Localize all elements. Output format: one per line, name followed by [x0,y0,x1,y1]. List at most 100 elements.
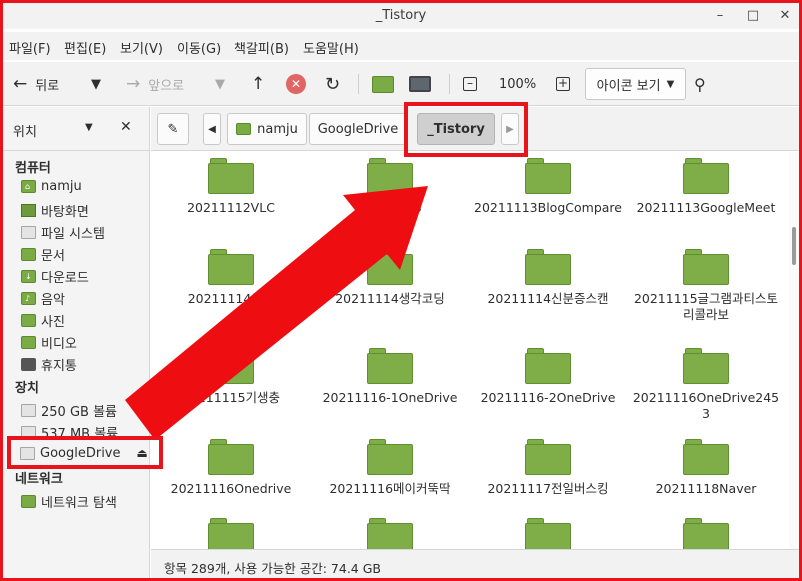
sidebar-item-music[interactable]: ♪ 음악 [21,288,65,308]
path-scroll-left[interactable]: ◀ [203,113,221,145]
back-label: 뒤로 [35,78,60,94]
toolbar: ← 뒤로 ▼ → 앞으로 ▼ ↑ ✕ ↻ – 100% + 아이콘 보기 ▼ ⚲ [3,62,799,106]
folder-item[interactable] [310,518,470,549]
menu-bookmarks[interactable]: 책갈피(B) [234,38,289,57]
minimize-icon[interactable]: – [711,7,729,25]
maximize-icon[interactable]: □ [744,7,762,25]
vertical-scrollbar[interactable] [789,152,799,549]
folder-icon [525,518,571,549]
sidebar-item-downloads[interactable]: ↓ 다운로드 [21,266,89,286]
pencil-icon: ✎ [167,121,179,137]
folder-icon [208,348,254,384]
arrow-up-icon: ↑ [251,74,266,94]
folder-icon [367,249,413,285]
title-bar: _Tistory – □ ✕ [3,3,799,29]
forward-history-dropdown[interactable]: ▼ [215,70,225,98]
folder-item[interactable]: 20211114코딩 [151,249,311,307]
reload-button[interactable]: ↻ [325,70,340,98]
folder-icon [367,158,413,194]
folder-item[interactable]: 20211118Naver [626,439,786,497]
section-computer: 컴퓨터 [15,161,51,176]
folder-item[interactable]: 20211113BlogCompare [468,158,628,216]
folder-item[interactable]: 20211116Onedrive [151,439,311,497]
computer-button[interactable] [409,70,431,98]
caret-down-icon: ▼ [91,76,101,92]
monitor-icon [409,76,431,92]
status-text: 항목 289개, 사용 가능한 공간: 74.4 GB [164,561,381,576]
view-mode-select[interactable]: 아이콘 보기 ▼ [585,68,686,100]
sidebar-item-filesystem[interactable]: 파일 시스템 [21,222,105,242]
search-button[interactable]: ⚲ [694,70,706,98]
home-folder-icon: ⌂ [21,179,36,193]
sidebar: 위치 ▼ ✕ 컴퓨터 ⌂ namju 바탕화면 파일 시스템 문서 ↓ 다운로드 ♪… [3,107,150,578]
folder-icon [525,249,571,285]
zoom-in-icon: + [556,76,570,91]
highlight-box-googledrive [7,436,163,469]
caret-down-icon: ▼ [215,76,225,92]
menu-file[interactable]: 파일(F) [9,38,51,57]
forward-button[interactable]: → 앞으로 [126,70,184,98]
sidebar-item-label: 다운로드 [41,270,89,286]
sidebar-item-documents[interactable]: 문서 [21,244,65,264]
back-history-dropdown[interactable]: ▼ [91,70,101,98]
sidebar-item-pictures[interactable]: 사진 [21,310,65,330]
folder-item[interactable] [468,518,628,549]
folder-icon [525,439,571,475]
menu-help[interactable]: 도움말(H) [303,38,359,57]
folder-icon [367,348,413,384]
folder-item[interactable] [151,518,311,549]
menu-go[interactable]: 이동(G) [177,38,221,57]
stop-button[interactable]: ✕ [286,70,306,98]
zoom-out-icon: – [463,77,477,91]
scroll-thumb[interactable] [792,227,796,265]
folder-item[interactable]: 20211116-1OneDrive [310,348,470,406]
menu-bar: 파일(F) 편집(E) 보기(V) 이동(G) 책갈피(B) 도움말(H) [3,32,799,60]
menu-edit[interactable]: 편집(E) [64,38,106,57]
edit-location-button[interactable]: ✎ [157,113,189,145]
folder-item[interactable]: 20211113 [310,158,470,216]
folder-name: 20211113GoogleMeet [636,200,776,215]
back-button[interactable]: ← 뒤로 [13,70,59,98]
folder-item[interactable]: 20211116OneDrive2453 [626,348,786,422]
crumb-namju[interactable]: namju [227,113,307,145]
folder-item[interactable]: 20211115기생충 [151,348,311,406]
sidebar-item-label: 휴지통 [41,358,77,374]
folder-item[interactable]: 20211112VLC [151,158,311,216]
sidebar-item-label: 사진 [41,314,65,330]
folder-item[interactable]: 20211116-2OneDrive [468,348,628,406]
folder-item[interactable]: 20211114신분증스캔 [468,249,628,307]
folder-item[interactable]: 20211116메이커뚝딱 [310,439,470,497]
sidebar-item-namju[interactable]: ⌂ namju [21,176,82,196]
sidebar-item-desktop[interactable]: 바탕화면 [21,200,89,220]
section-network: 네트워크 [15,472,63,487]
home-button[interactable] [372,70,394,98]
crumb-googledrive[interactable]: GoogleDrive [309,113,407,145]
sidebar-item-network-browse[interactable]: 네트워크 탐색 [21,491,117,511]
zoom-in-button[interactable]: + [556,70,570,98]
zoom-level: 100% [499,76,537,92]
sidebar-mode-dropdown[interactable]: ▼ [85,122,93,133]
up-button[interactable]: ↑ [251,70,265,98]
close-icon[interactable]: ✕ [776,7,794,25]
crumb-label: namju [257,121,298,137]
folder-icon [525,158,571,194]
folder-item[interactable]: 20211117전일버스킹 [468,439,628,497]
folder-name: 20211113 [358,200,422,215]
sidebar-item-videos[interactable]: 비디오 [21,332,77,352]
close-sidebar-icon[interactable]: ✕ [120,119,132,135]
sidebar-item-volume-250[interactable]: 250 GB 볼륨 [21,400,117,420]
music-folder-icon: ♪ [21,291,36,305]
sidebar-item-label: 파일 시스템 [41,226,105,242]
highlight-box-tistory [404,102,528,157]
folder-name: 20211116메이커뚝딱 [329,481,451,496]
sidebar-title: 위치 [13,125,37,140]
folder-item[interactable]: 20211115글그램과티스토리콜라보 [626,249,786,323]
sidebar-item-trash[interactable]: 휴지통 [21,354,77,374]
menu-view[interactable]: 보기(V) [120,38,163,57]
folder-item[interactable]: 20211113GoogleMeet [626,158,786,216]
folder-icon [208,518,254,549]
folder-item[interactable]: 20211114생각코딩 [310,249,470,307]
folder-name: 20211117전일버스킹 [487,481,609,496]
zoom-out-button[interactable]: – [463,70,477,98]
folder-item[interactable] [626,518,786,549]
